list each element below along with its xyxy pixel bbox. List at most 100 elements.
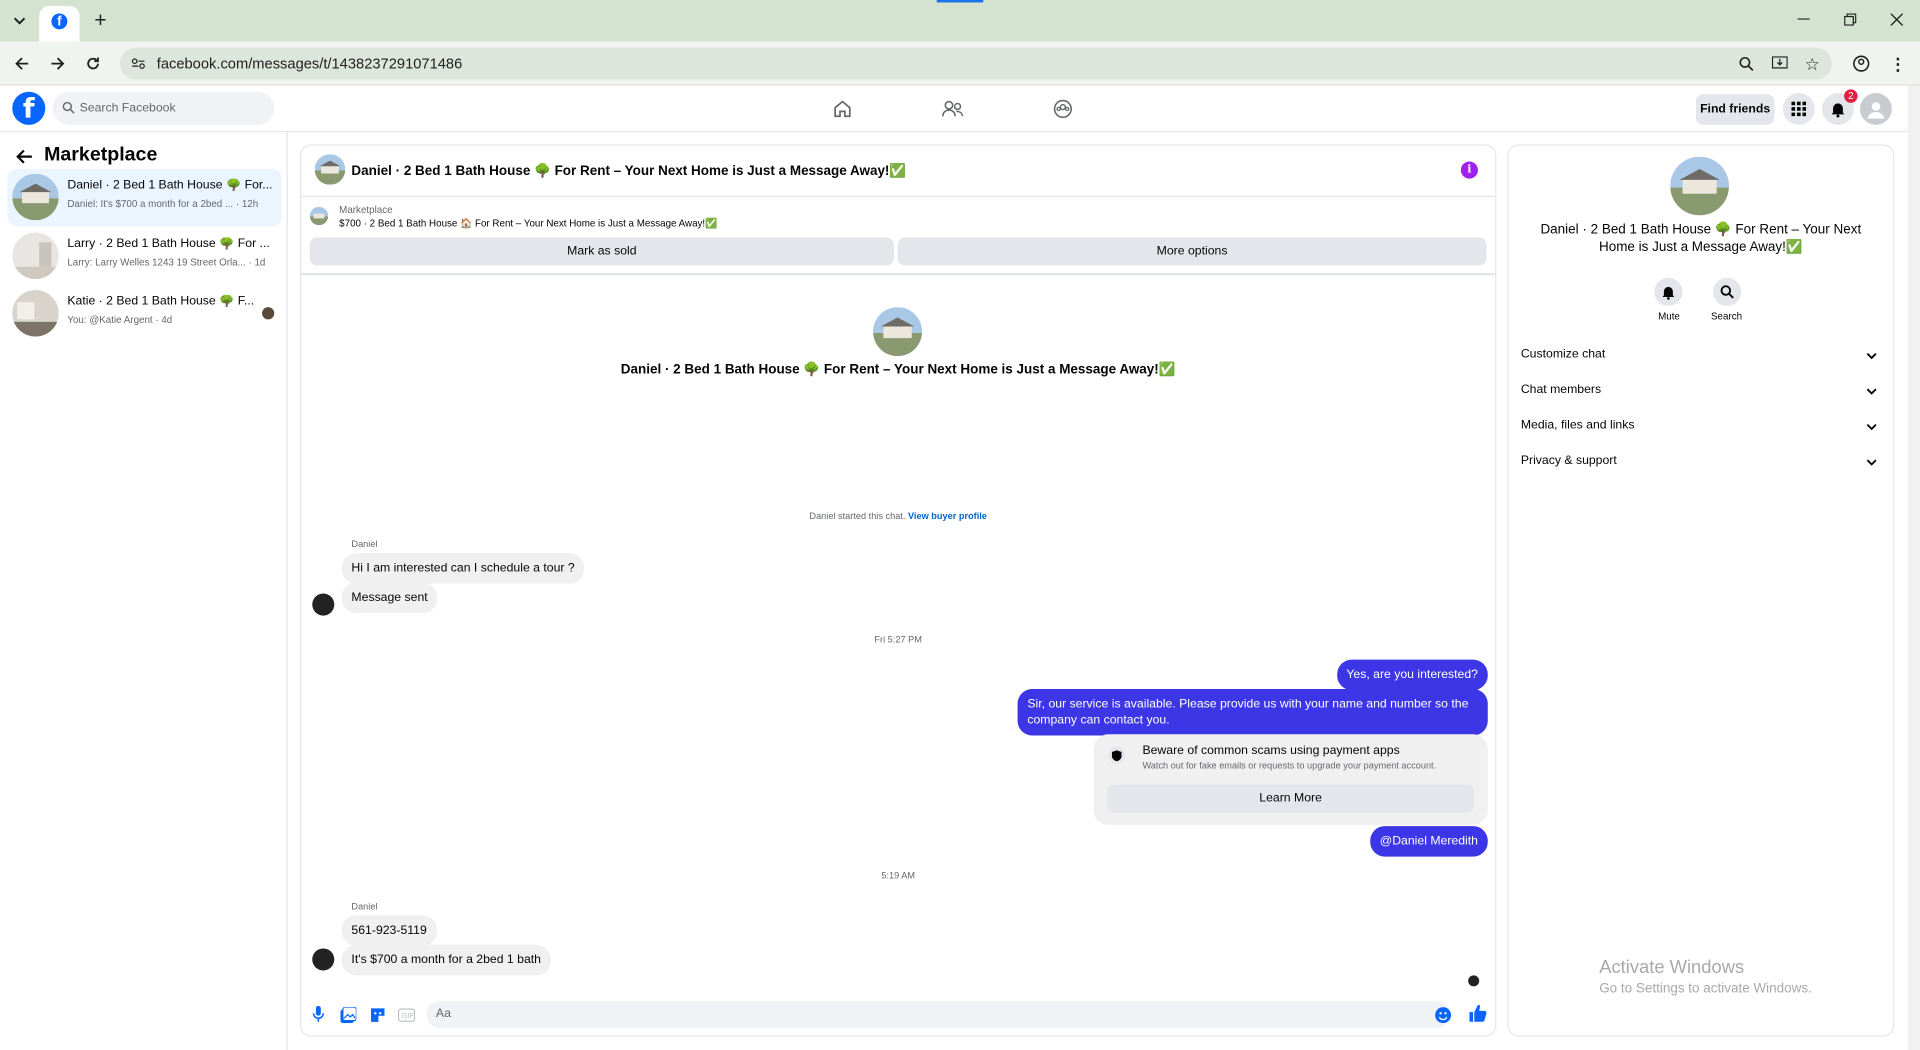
windows-activation-watermark: Activate Windows — [1599, 957, 1745, 978]
listing-thumbnail — [12, 173, 59, 221]
chevron-down-icon — [1866, 421, 1877, 434]
conversation-info-icon[interactable]: i — [1460, 161, 1478, 179]
message-input[interactable]: Aa — [426, 1001, 1453, 1028]
facebook-search-input[interactable]: Search Facebook — [52, 91, 275, 125]
mark-as-sold-button[interactable]: Mark as sold — [309, 237, 894, 266]
outgoing-message[interactable]: @Daniel Meredith — [1369, 826, 1488, 857]
sticker-icon[interactable] — [367, 1004, 387, 1026]
profile-icon[interactable] — [1850, 53, 1872, 75]
minimize-window-icon[interactable] — [1793, 10, 1815, 30]
notification-badge: 2 — [1844, 89, 1858, 103]
sender-avatar[interactable] — [312, 593, 335, 616]
thread-item-katie[interactable]: Katie · 2 Bed 1 Bath House 🌳 F... You: @… — [7, 285, 281, 343]
menu-grid-icon[interactable] — [1782, 93, 1815, 125]
microphone-icon[interactable] — [309, 1004, 329, 1026]
thread-name: Katie · 2 Bed 1 Bath House 🌳 F... — [67, 294, 255, 309]
info-title: Daniel · 2 Bed 1 Bath House 🌳 For Rent –… — [1540, 222, 1862, 255]
listing-summary[interactable]: $700 · 2 Bed 1 Bath House 🏠 For Rent – Y… — [339, 218, 717, 229]
tab-list-chevron-icon[interactable] — [7, 10, 31, 32]
chat-avatar[interactable] — [314, 154, 346, 185]
browser-tab-facebook[interactable]: f — [39, 6, 80, 42]
view-buyer-profile-link[interactable]: View buyer profile — [908, 510, 987, 521]
facebook-header: f Search Facebook Find friends — [0, 85, 1908, 133]
search-in-chat-icon[interactable] — [1713, 277, 1742, 306]
section-label: Chat members — [1520, 383, 1602, 397]
media-files-links-section[interactable]: Media, files and links — [1521, 419, 1883, 443]
gif-icon[interactable]: GIF — [396, 1004, 418, 1026]
timestamp-divider: Fri 5:27 PM — [874, 633, 922, 645]
thread-item-daniel[interactable]: Daniel · 2 Bed 1 Bath House 🌳 For... Dan… — [7, 168, 282, 227]
mute-bell-icon[interactable] — [1654, 277, 1683, 306]
section-label: Customize chat — [1520, 347, 1606, 362]
incoming-message[interactable]: 561-923-5119 — [341, 915, 437, 946]
url-text: facebook.com/messages/t/1438237291071486 — [156, 55, 463, 73]
page-scrollbar[interactable] — [1907, 85, 1920, 1050]
search-label: Search — [1711, 310, 1743, 322]
outgoing-message[interactable]: Sir, our service is available. Please pr… — [1017, 688, 1488, 736]
address-bar[interactable]: facebook.com/messages/t/1438237291071486… — [120, 47, 1832, 80]
outgoing-message[interactable]: Yes, are you interested? — [1336, 659, 1488, 691]
scam-warning-text: Watch out for fake emails or requests to… — [1142, 759, 1437, 771]
marketplace-listing-bar: Marketplace $700 · 2 Bed 1 Bath House 🏠 … — [301, 197, 1496, 276]
timestamp-divider: 5:19 AM — [881, 870, 916, 882]
chat-intro-title: Daniel · 2 Bed 1 Bath House 🌳 For Rent –… — [620, 362, 1176, 377]
chat-header: Daniel · 2 Bed 1 Bath House 🌳 For Rent –… — [301, 146, 1496, 198]
find-friends-button[interactable]: Find friends — [1695, 94, 1775, 125]
tab-loading-indicator — [936, 0, 984, 3]
listing-source-label: Marketplace — [339, 204, 393, 216]
site-info-icon[interactable] — [130, 55, 147, 72]
attach-image-icon[interactable] — [338, 1004, 358, 1026]
learn-more-button[interactable]: Learn More — [1106, 784, 1475, 813]
chat-title[interactable]: Daniel · 2 Bed 1 Bath House 🌳 For Rent –… — [351, 163, 906, 179]
listing-thumbnail — [309, 206, 329, 226]
section-label: Privacy & support — [1520, 454, 1617, 468]
conversation-info-panel: Daniel · 2 Bed 1 Bath House 🌳 For Rent –… — [1508, 145, 1894, 1036]
restore-window-icon[interactable] — [1839, 10, 1861, 30]
incoming-message[interactable]: Message sent — [341, 582, 438, 614]
incoming-message[interactable]: Hi I am interested can I schedule a tour… — [341, 553, 585, 584]
privacy-support-section[interactable]: Privacy & support — [1521, 454, 1883, 478]
thread-preview: Daniel: It's $700 a month for a 2bed ...… — [67, 198, 259, 210]
close-window-icon[interactable] — [1886, 10, 1908, 30]
thread-name: Larry · 2 Bed 1 Bath House 🌳 For ... — [67, 237, 270, 251]
emoji-icon[interactable] — [1433, 1005, 1453, 1025]
account-avatar[interactable] — [1860, 93, 1892, 125]
groups-nav-icon[interactable] — [1038, 94, 1087, 123]
chat-members-section[interactable]: Chat members — [1521, 383, 1883, 407]
bookmark-star-icon[interactable]: ☆ — [1802, 53, 1822, 74]
chat-intro-avatar — [873, 307, 923, 357]
search-icon — [61, 100, 76, 115]
incoming-message[interactable]: It's $700 a month for a 2bed 1 bath — [341, 944, 551, 976]
reload-icon[interactable] — [82, 53, 104, 75]
zoom-icon[interactable] — [1736, 54, 1756, 74]
browser-menu-icon[interactable]: ⋮ — [1887, 53, 1909, 75]
thread-name: Daniel · 2 Bed 1 Bath House 🌳 For... — [67, 178, 273, 193]
like-thumb-icon[interactable] — [1467, 1002, 1489, 1024]
back-arrow-icon[interactable] — [11, 53, 33, 75]
thread-preview: You: @Katie Argent · 4d — [67, 314, 173, 326]
more-options-button[interactable]: More options — [897, 237, 1487, 266]
chat-panel: Daniel · 2 Bed 1 Bath House 🌳 For Rent –… — [301, 145, 1496, 1036]
scam-warning-title: Beware of common scams using payment app… — [1142, 744, 1400, 758]
browser-tab-bar: f + — [0, 0, 1920, 42]
facebook-favicon-icon: f — [51, 13, 68, 30]
install-app-icon[interactable] — [1769, 54, 1789, 74]
message-composer: GIF Aa — [301, 996, 1495, 1035]
back-arrow-icon[interactable] — [12, 146, 36, 168]
chat-started-text: Daniel started this chat. — [809, 510, 906, 522]
windows-activation-hint: Go to Settings to activate Windows. — [1599, 981, 1812, 997]
sender-avatar[interactable] — [312, 948, 335, 971]
chevron-down-icon — [1866, 350, 1877, 363]
customize-chat-section[interactable]: Customize chat — [1521, 348, 1883, 372]
home-nav-icon[interactable] — [818, 94, 867, 123]
sender-name: Daniel — [351, 538, 378, 550]
facebook-logo-icon[interactable]: f — [12, 91, 46, 125]
friends-nav-icon[interactable] — [928, 94, 977, 123]
info-avatar — [1670, 156, 1729, 216]
chevron-down-icon — [1866, 385, 1877, 398]
sender-name: Daniel — [351, 900, 378, 912]
forward-arrow-icon[interactable] — [47, 53, 69, 75]
thread-item-larry[interactable]: Larry · 2 Bed 1 Bath House 🌳 For ... Lar… — [7, 228, 281, 286]
new-tab-plus-icon[interactable]: + — [89, 9, 111, 32]
shield-icon — [1108, 746, 1126, 764]
